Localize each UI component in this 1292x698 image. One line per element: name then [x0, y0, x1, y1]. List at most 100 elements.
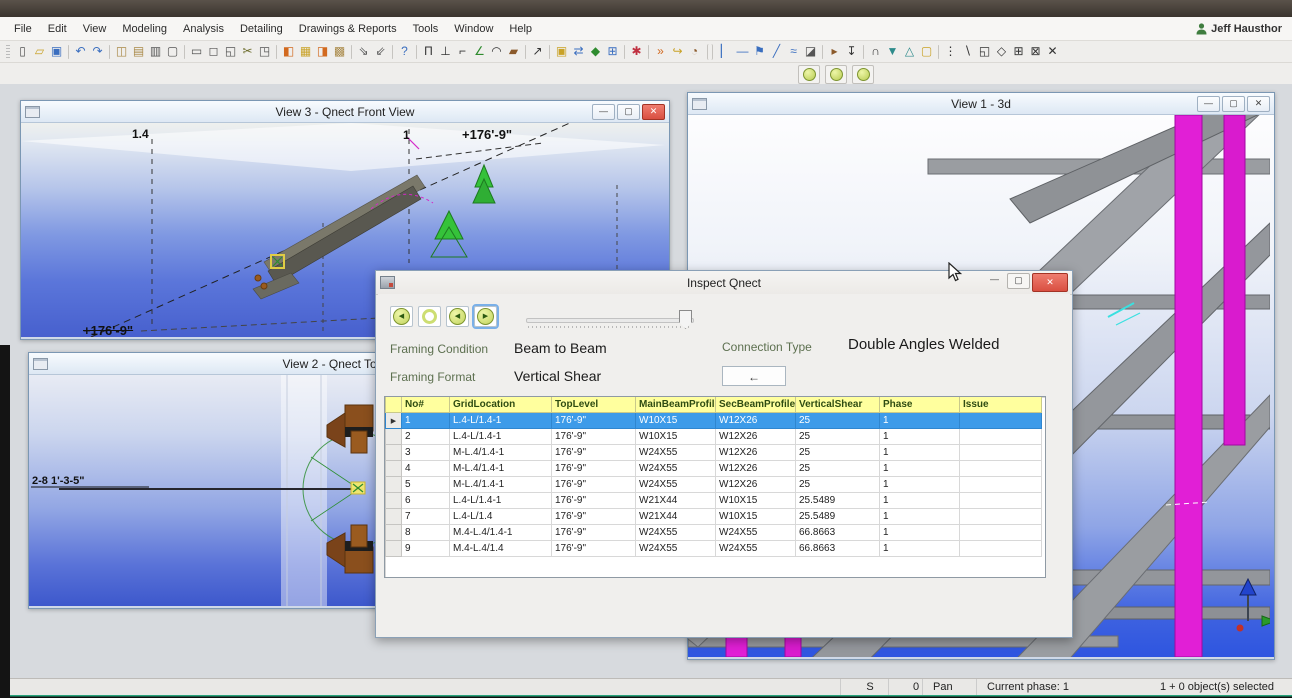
inquire-icon[interactable]: ? — [396, 43, 413, 60]
open-model-icon[interactable]: ▱ — [31, 43, 48, 60]
binoculars-icon[interactable]: ∩ — [867, 43, 884, 60]
record-slider[interactable] — [526, 310, 694, 330]
surface-icon[interactable]: ◪ — [802, 43, 819, 60]
snap-mid-icon[interactable]: ◱ — [976, 43, 993, 60]
table-row[interactable]: 8 M.4-L.4/1.4-1 176'-9" W24X55 W24X55 66… — [386, 525, 1042, 541]
user-area[interactable]: Jeff Hausthor — [1196, 17, 1292, 41]
hide-icon[interactable]: » — [652, 43, 669, 60]
close-icon[interactable]: ✕ — [1247, 96, 1270, 112]
view-list-icon[interactable]: ◻ — [205, 43, 222, 60]
menu-item[interactable]: Help — [501, 20, 540, 38]
menu-item[interactable]: Analysis — [175, 20, 232, 38]
phase-ball-1-icon[interactable] — [798, 65, 820, 84]
stop-button[interactable] — [418, 306, 441, 327]
bolt-cluster-bottom[interactable] — [327, 525, 373, 573]
copy-icon[interactable]: ▦ — [297, 43, 314, 60]
col-gridlocation[interactable]: GridLocation — [450, 397, 552, 413]
snap-points-icon[interactable]: ⋮ — [942, 43, 959, 60]
clash-check-icon[interactable]: ✱ — [628, 43, 645, 60]
print-icon[interactable]: ▥ — [147, 43, 164, 60]
autoconnect-icon[interactable]: ↪ — [669, 43, 686, 60]
menu-item[interactable]: Tools — [405, 20, 447, 38]
restore-icon[interactable]: ▢ — [1222, 96, 1245, 112]
col-mainbeamprofile[interactable]: MainBeamProfile — [636, 397, 716, 413]
properties-icon[interactable]: ▩ — [331, 43, 348, 60]
open-drawing-icon[interactable]: ◫ — [113, 43, 130, 60]
menu-item[interactable]: View — [75, 20, 115, 38]
redo-icon[interactable]: ↷ — [89, 43, 106, 60]
create-beam-icon[interactable]: Π — [420, 43, 437, 60]
step-next-button[interactable]: ▶ — [474, 306, 497, 327]
menu-item[interactable]: Detailing — [232, 20, 291, 38]
phase-ball-2-icon[interactable] — [825, 65, 847, 84]
menu-item[interactable]: Edit — [40, 20, 75, 38]
report-icon[interactable]: ◧ — [280, 43, 297, 60]
grid-icon[interactable]: ⊞ — [604, 43, 621, 60]
create-angle-icon[interactable]: ∠ — [471, 43, 488, 60]
phase-ball-3-icon[interactable] — [852, 65, 874, 84]
step-prev-button[interactable]: ◀ — [446, 306, 469, 327]
display-filter-icon[interactable]: △ — [901, 43, 918, 60]
component-icon[interactable]: ◆ — [587, 43, 604, 60]
create-polybeam-icon[interactable]: ⌐ — [454, 43, 471, 60]
dimension-icon[interactable]: — — [734, 43, 751, 60]
rotate-tool-icon[interactable]: ⇙ — [372, 43, 389, 60]
view3-titlebar[interactable]: View 3 - Qnect Front View — ▢ ✕ — [21, 101, 669, 123]
cut-icon[interactable]: ✂ — [239, 43, 256, 60]
restore-icon[interactable]: ▢ — [617, 104, 640, 120]
plumb-icon[interactable]: ↧ — [843, 43, 860, 60]
snap-any-icon[interactable]: ⊠ — [1027, 43, 1044, 60]
restore-icon[interactable]: ▢ — [1007, 273, 1030, 289]
phase-manager-icon[interactable]: ◔ — [686, 43, 703, 60]
pan-tool-icon[interactable]: ⇘ — [355, 43, 372, 60]
walk-icon[interactable]: ▸ — [826, 43, 843, 60]
col-secbeamprofile[interactable]: SecBeamProfile — [716, 397, 796, 413]
table-row[interactable]: 5 M-L.4/1.4-1 176'-9" W24X55 W12X26 25 1 — [386, 477, 1042, 493]
toolbar-grip[interactable] — [6, 45, 10, 59]
new-model-icon[interactable]: ▯ — [14, 43, 31, 60]
create-arc-icon[interactable]: ◠ — [488, 43, 505, 60]
menu-item[interactable]: Drawings & Reports — [291, 20, 405, 38]
close-icon[interactable]: ✕ — [642, 104, 665, 120]
select-filter-icon[interactable]: ▼ — [884, 43, 901, 60]
move-icon[interactable]: ◨ — [314, 43, 331, 60]
snap-grid-icon[interactable]: ⊞ — [1010, 43, 1027, 60]
col-toplevel[interactable]: TopLevel — [552, 397, 636, 413]
create-column-icon[interactable]: ⊥ — [437, 43, 454, 60]
undo-icon[interactable]: ↶ — [72, 43, 89, 60]
menu-item[interactable]: Window — [446, 20, 501, 38]
snap-intersection-icon[interactable]: ◇ — [993, 43, 1010, 60]
col-phase[interactable]: Phase — [880, 397, 960, 413]
capture-icon[interactable]: ▢ — [164, 43, 181, 60]
weld-icon[interactable]: ≈ — [785, 43, 802, 60]
menu-item[interactable]: Modeling — [114, 20, 175, 38]
minimize-icon[interactable]: — — [1197, 96, 1220, 112]
sketch-icon[interactable]: ╱ — [768, 43, 785, 60]
snap-lines-icon[interactable]: ∖ — [959, 43, 976, 60]
measure-icon[interactable]: ↗ — [529, 43, 546, 60]
copy-objects-icon[interactable]: ▣ — [553, 43, 570, 60]
bolt-cluster-top[interactable] — [327, 405, 373, 453]
flag-icon[interactable]: ⚑ — [751, 43, 768, 60]
mirror-icon[interactable]: ⇄ — [570, 43, 587, 60]
save-model-icon[interactable]: ▣ — [48, 43, 65, 60]
table-row[interactable]: 2 L.4-L/1.4-1 176'-9" W10X15 W12X26 25 1 — [386, 429, 1042, 445]
dialog-titlebar[interactable]: Inspect Qnect — ▢ ✕ — [376, 271, 1072, 295]
zoom-window-icon[interactable]: ◳ — [256, 43, 273, 60]
table-row[interactable]: 9 M.4-L.4/1.4 176'-9" W24X55 W24X55 66.8… — [386, 541, 1042, 557]
select-area-icon[interactable]: ▢ — [918, 43, 935, 60]
minimize-icon[interactable]: — — [984, 273, 1005, 287]
col-issue[interactable]: Issue — [960, 397, 1042, 413]
minimize-icon[interactable]: — — [592, 104, 615, 120]
back-button[interactable]: ← — [722, 366, 786, 386]
fit-view-icon[interactable]: ◱ — [222, 43, 239, 60]
view1-titlebar[interactable]: View 1 - 3d — ▢ ✕ — [688, 93, 1274, 115]
connection-table-panel[interactable]: No# GridLocation TopLevel MainBeamProfil… — [384, 396, 1046, 578]
inspect-qnect-dialog[interactable]: Inspect Qnect — ▢ ✕ ◀ — [375, 270, 1073, 638]
slider-track[interactable] — [526, 318, 694, 323]
table-row[interactable]: 4 M-L.4/1.4-1 176'-9" W24X55 W12X26 25 1 — [386, 461, 1042, 477]
table-row[interactable]: ▶ 1 L.4-L/1.4-1 176'-9" W10X15 W12X26 25… — [386, 413, 1042, 429]
drawing-list-icon[interactable]: ▤ — [130, 43, 147, 60]
table-row[interactable]: 3 M-L.4/1.4-1 176'-9" W24X55 W12X26 25 1 — [386, 445, 1042, 461]
clip-plane-icon[interactable]: ▏ — [717, 43, 734, 60]
